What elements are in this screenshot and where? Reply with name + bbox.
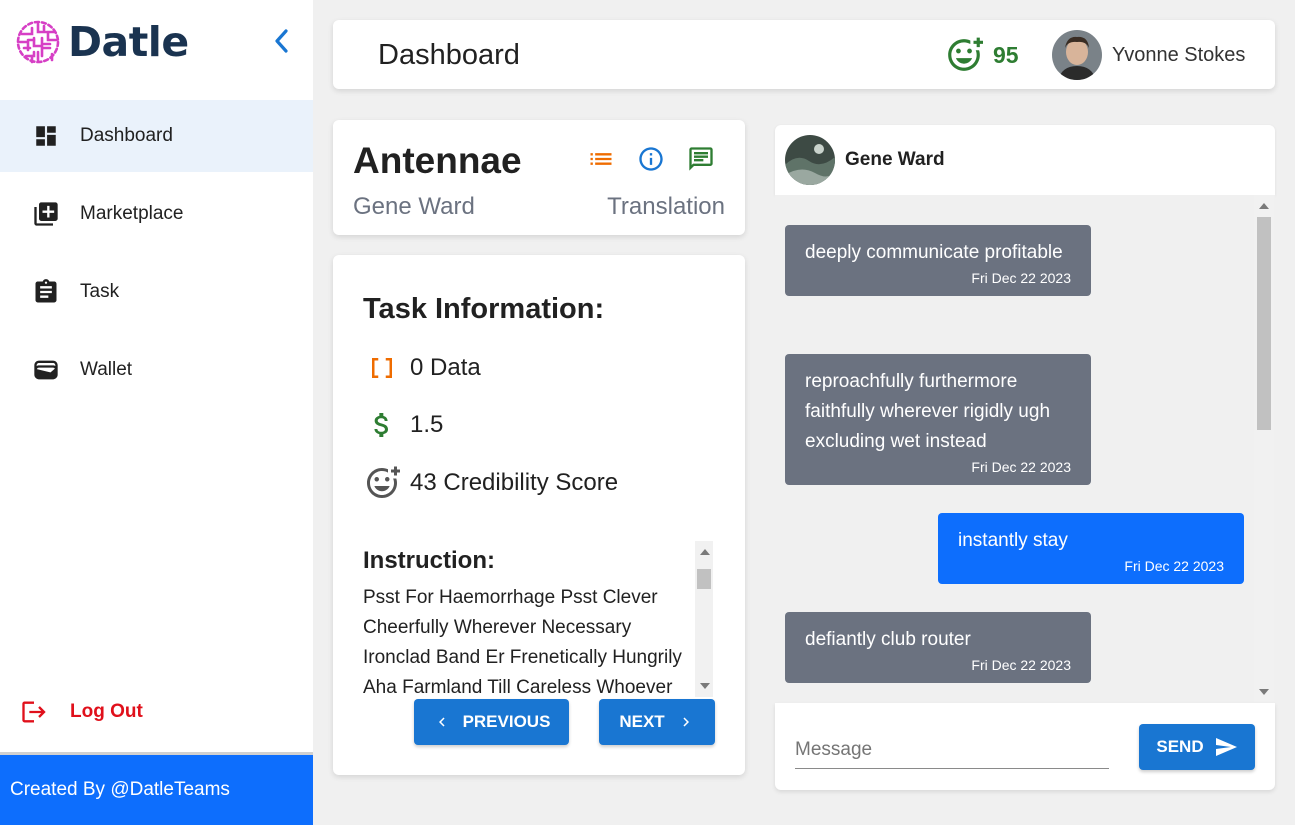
next-button[interactable]: NEXT xyxy=(599,699,715,745)
message-text: instantly stay xyxy=(958,530,1068,551)
avatar xyxy=(1052,30,1102,80)
sidebar-footer: Created By @DatleTeams xyxy=(0,755,313,825)
next-label: NEXT xyxy=(619,712,665,731)
task-credibility-label: 43 Credibility Score xyxy=(410,469,619,496)
instruction-heading: Instruction: xyxy=(363,547,495,574)
message-text: defiantly club router xyxy=(805,629,971,650)
message-bubble: reproachfully furthermore faithfully whe… xyxy=(785,354,1091,485)
user-menu[interactable]: Yvonne Stokes xyxy=(1052,30,1245,80)
scroll-up-arrow[interactable] xyxy=(700,549,710,555)
chat-scrollbar[interactable] xyxy=(1254,195,1274,703)
previous-label: PREVIOUS xyxy=(462,712,551,731)
sidebar-item-label: Dashboard xyxy=(80,125,173,146)
dashboard-icon xyxy=(32,122,60,150)
scroll-up-arrow[interactable] xyxy=(1259,203,1269,209)
sidebar-item-label: Wallet xyxy=(80,359,133,380)
info-icon[interactable] xyxy=(636,144,666,174)
logout-label: Log Out xyxy=(70,701,143,722)
sidebar: Datle Dashboard Marketplace Task Wallet … xyxy=(0,0,313,825)
sidebar-nav: Dashboard Marketplace Task Wallet xyxy=(0,100,313,412)
task-data-label: 0 Data xyxy=(410,354,481,381)
brand-name: Datle xyxy=(68,18,189,66)
message-text: reproachfully furthermore faithfully whe… xyxy=(805,371,1051,452)
scroll-thumb[interactable] xyxy=(1257,217,1271,430)
send-label: SEND xyxy=(1156,737,1204,756)
logout-icon xyxy=(22,701,46,723)
scroll-down-arrow[interactable] xyxy=(700,683,710,689)
logout-button[interactable]: Log Out xyxy=(20,694,143,730)
task-credibility-row: 43 Credibility Score xyxy=(363,464,618,502)
message-bubble: deeply communicate profitable Fri Dec 22… xyxy=(785,225,1091,296)
library-add-icon xyxy=(32,200,60,228)
task-price-label: 1.5 xyxy=(410,411,444,438)
avatar xyxy=(785,135,835,185)
message-bubble: defiantly club router Fri Dec 22 2023 xyxy=(785,612,1091,683)
send-icon xyxy=(1215,738,1237,756)
project-card: Antennae Gene Ward Translation xyxy=(333,120,745,235)
top-header: Dashboard 95 Yvonne Stokes xyxy=(333,20,1275,89)
project-title: Antennae xyxy=(353,140,522,181)
chat-composer: SEND xyxy=(775,703,1275,790)
chat-icon[interactable] xyxy=(686,144,716,174)
wallet-icon xyxy=(32,356,60,384)
task-heading: Task Information: xyxy=(363,293,605,325)
footer-text: Created By @DatleTeams xyxy=(10,779,230,800)
brand[interactable]: Datle xyxy=(14,16,189,68)
message-bubble: instantly stay Fri Dec 22 2023 xyxy=(938,513,1244,584)
message-text: deeply communicate profitable xyxy=(805,242,1063,263)
sidebar-item-label: Marketplace xyxy=(80,203,184,224)
message-date: Fri Dec 22 2023 xyxy=(971,657,1071,673)
credibility-score-badge: 95 xyxy=(945,36,1019,74)
sidebar-item-wallet[interactable]: Wallet xyxy=(0,334,313,406)
chat-header: Gene Ward xyxy=(775,125,1275,195)
chevron-right-icon xyxy=(683,717,689,727)
message-date: Fri Dec 22 2023 xyxy=(1124,558,1224,574)
clipboard-icon xyxy=(32,278,60,306)
instruction-text: Psst For Haemorrhage Psst Clever Cheerfu… xyxy=(363,587,682,697)
instruction-scrollbar[interactable] xyxy=(695,541,713,697)
sidebar-item-task[interactable]: Task xyxy=(0,256,313,328)
chat-messages: deeply communicate profitable Fri Dec 22… xyxy=(775,195,1275,703)
page-title: Dashboard xyxy=(378,39,520,71)
task-price-row: 1.5 xyxy=(363,406,443,444)
data-array-icon xyxy=(363,349,401,387)
score-value: 95 xyxy=(993,41,1019,68)
sidebar-item-marketplace[interactable]: Marketplace xyxy=(0,178,313,250)
message-input[interactable] xyxy=(795,731,1109,769)
message-date: Fri Dec 22 2023 xyxy=(971,459,1071,475)
project-actions xyxy=(586,144,736,174)
previous-button[interactable]: PREVIOUS xyxy=(414,699,569,745)
add-reaction-icon xyxy=(363,464,401,502)
collapse-sidebar-button[interactable] xyxy=(268,26,294,56)
task-data-row: 0 Data xyxy=(363,349,481,387)
sidebar-item-dashboard[interactable]: Dashboard xyxy=(0,100,313,172)
message-date: Fri Dec 22 2023 xyxy=(971,270,1071,286)
project-owner: Gene Ward xyxy=(353,193,475,220)
chevron-left-icon xyxy=(275,29,288,53)
instruction-box[interactable]: Psst For Haemorrhage Psst Clever Cheerfu… xyxy=(363,583,715,697)
send-button[interactable]: SEND xyxy=(1139,724,1255,770)
sidebar-item-label: Task xyxy=(80,281,120,302)
add-reaction-icon xyxy=(948,37,983,71)
brain-maze-icon xyxy=(16,20,60,64)
list-icon[interactable] xyxy=(586,144,616,174)
project-type: Translation xyxy=(607,193,725,220)
scroll-thumb[interactable] xyxy=(697,569,711,589)
task-info-card: Task Information: 0 Data 1.5 43 Credibil… xyxy=(333,255,745,775)
chevron-left-icon xyxy=(438,717,445,727)
chat-contact-name: Gene Ward xyxy=(845,149,945,170)
user-name: Yvonne Stokes xyxy=(1112,43,1246,66)
scroll-down-arrow[interactable] xyxy=(1259,689,1269,695)
dollar-icon xyxy=(363,406,401,444)
